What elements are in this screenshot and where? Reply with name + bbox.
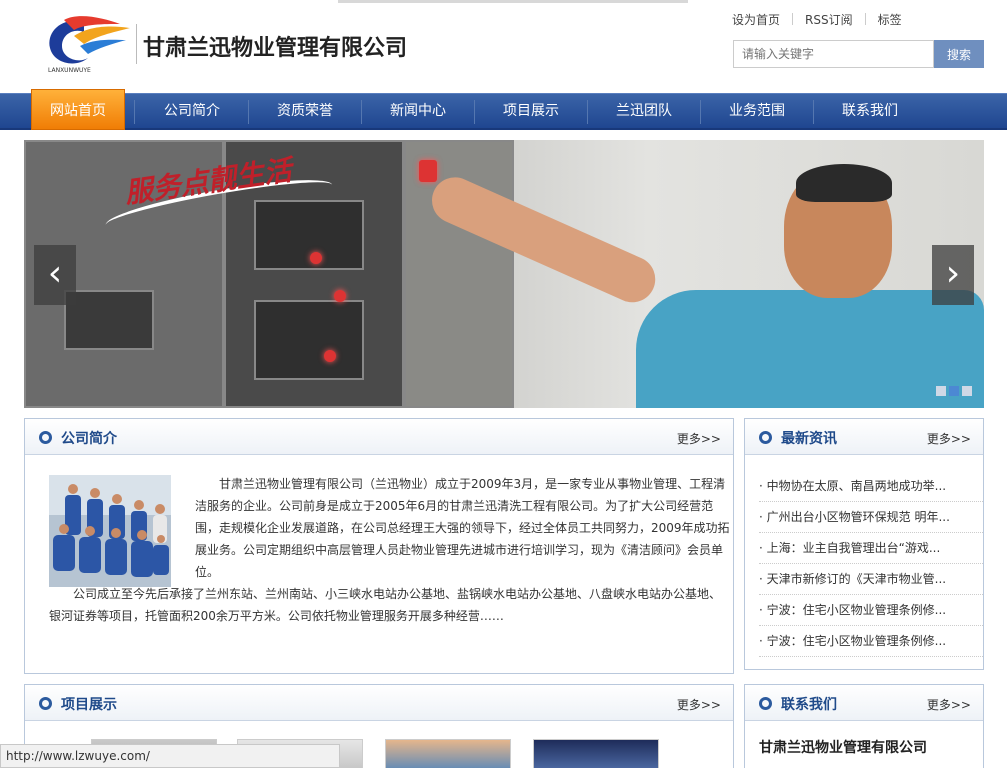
about-panel-header: 公司简介 更多>> [25,419,733,455]
news-panel-title: 最新资讯 [781,431,837,447]
main-nav: 网站首页 公司简介 资质荣誉 新闻中心 项目展示 兰迅团队 业务范围 联系我们 [0,89,1007,130]
indicator-light [310,252,322,264]
circle-bullet-icon [39,697,52,710]
contact-panel-title: 联系我们 [781,697,837,713]
search-input[interactable] [733,40,934,68]
nav-item-projects[interactable]: 项目展示 [475,94,587,129]
circle-bullet-icon [39,431,52,444]
news-item[interactable]: · 宁波：住宅小区物业管理条例修... [759,626,983,657]
slide-indicators [936,386,972,396]
company-logo[interactable]: LANXUNWUYE [44,14,134,76]
rss-link[interactable]: RSS订阅 [793,11,865,28]
project-thumbnail[interactable] [385,739,511,768]
tags-link[interactable]: 标签 [866,11,914,28]
circle-bullet-icon [759,431,772,444]
news-more-link[interactable]: 更多>> [927,430,971,447]
nav-item-home[interactable]: 网站首页 [31,89,125,130]
news-list: · 中物协在太原、南昌两地成功举... · 广州出台小区物管环保规范 明年...… [759,471,983,657]
contact-panel: 联系我们 更多>> 甘肃兰迅物业管理有限公司 [744,684,984,768]
about-more-link[interactable]: 更多>> [677,430,721,447]
cabinet-panel [254,300,364,380]
nav-separator [134,100,135,124]
indicator-light [419,160,437,182]
about-panel-title: 公司简介 [61,431,117,447]
contact-company-name: 甘肃兰迅物业管理有限公司 [759,740,927,756]
banner-next-arrow-icon[interactable]: › [932,245,974,305]
indicator-light [334,290,346,302]
nav-item-contact[interactable]: 联系我们 [814,94,926,129]
slide-dot[interactable] [936,386,946,396]
projects-more-link[interactable]: 更多>> [677,696,721,713]
contact-more-link[interactable]: 更多>> [927,696,971,713]
nav-item-about[interactable]: 公司简介 [136,94,248,129]
worker-shirt [636,290,984,408]
nav-item-honors[interactable]: 资质荣誉 [249,94,361,129]
nav-item-news[interactable]: 新闻中心 [362,94,474,129]
contact-panel-header: 联系我们 更多>> [745,685,983,721]
slide-dot-active[interactable] [949,386,959,396]
project-thumbnail[interactable] [533,739,659,768]
indicator-light [324,350,336,362]
top-links: 设为首页 RSS订阅 标签 [720,10,914,28]
nav-item-team[interactable]: 兰迅团队 [588,94,700,129]
news-item[interactable]: · 广州出台小区物管环保规范 明年... [759,502,983,533]
about-text: 甘肃兰迅物业管理有限公司（兰迅物业）成立于2009年3月，是一家专业从事物业管理… [49,477,732,627]
worker-hair [796,164,892,202]
cabinet-panel [64,290,154,350]
slide-dot[interactable] [962,386,972,396]
about-paragraph-1: 甘肃兰迅物业管理有限公司（兰迅物业）成立于2009年3月，是一家专业从事物业管理… [195,477,730,579]
logo-icon: LANXUNWUYE [48,16,130,74]
projects-panel-header: 项目展示 更多>> [25,685,733,721]
about-paragraph-2: 公司成立至今先后承接了兰州东站、兰州南站、小三峡水电站办公基地、盐锅峡水电站办公… [49,587,722,623]
top-strip [338,0,688,3]
news-panel: 最新资讯 更多>> · 中物协在太原、南昌两地成功举... · 广州出台小区物管… [744,418,984,670]
browser-status-bar: http://www.lzwuye.com/ [0,744,340,768]
news-item[interactable]: · 中物协在太原、南昌两地成功举... [759,471,983,502]
site-title: 甘肃兰迅物业管理有限公司 [143,36,408,61]
hero-banner[interactable]: 服务点靓生活 ‹ › [24,140,984,408]
projects-panel-title: 项目展示 [61,697,117,713]
search-button[interactable]: 搜索 [934,40,984,68]
set-homepage-link[interactable]: 设为首页 [720,11,792,28]
logo-caption: LANXUNWUYE [48,67,91,74]
news-panel-header: 最新资讯 更多>> [745,419,983,455]
banner-prev-arrow-icon[interactable]: ‹ [34,245,76,305]
news-item[interactable]: · 天津市新修订的《天津市物业管... [759,564,983,595]
nav-item-business[interactable]: 业务范围 [701,94,813,129]
news-item[interactable]: · 上海：业主自我管理出台“游戏... [759,533,983,564]
site-header: LANXUNWUYE 甘肃兰迅物业管理有限公司 设为首页 RSS订阅 标签 搜索 [0,0,1007,93]
logo-divider [136,24,137,64]
news-item[interactable]: · 宁波：住宅小区物业管理条例修... [759,595,983,626]
about-panel: 公司简介 更多>> 甘肃兰迅物业管理有限公司（兰迅物业）成立于2009年3月，是… [24,418,734,674]
circle-bullet-icon [759,697,772,710]
